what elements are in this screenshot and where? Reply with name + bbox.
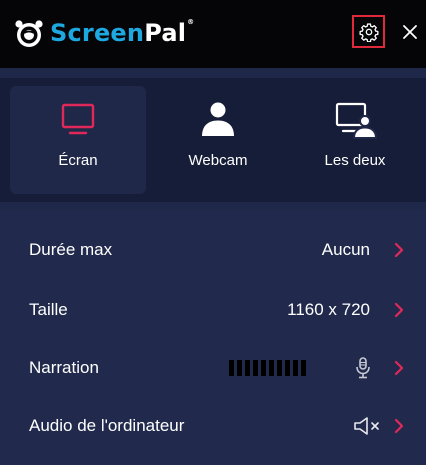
speaker-muted-icon[interactable] bbox=[352, 415, 386, 437]
mode-both-label: Les deux bbox=[324, 152, 386, 169]
mode-webcam-tab[interactable]: Webcam bbox=[150, 86, 286, 194]
recording-settings-list: Durée max Aucun Taille 1160 x 720 Narrat… bbox=[0, 210, 426, 465]
mode-screen-tab[interactable]: Écran bbox=[10, 86, 146, 194]
close-button[interactable] bbox=[398, 17, 422, 47]
level-bar bbox=[285, 360, 290, 376]
mode-both-tab[interactable]: Les deux bbox=[290, 86, 420, 194]
monitor-person-icon bbox=[335, 102, 378, 139]
level-bar bbox=[253, 360, 258, 376]
narration-level-meter bbox=[229, 360, 306, 376]
level-bar bbox=[261, 360, 266, 376]
gear-icon bbox=[359, 22, 378, 42]
level-bar bbox=[277, 360, 282, 376]
size-row[interactable]: Taille 1160 x 720 bbox=[0, 281, 426, 339]
logo-trademark: ® bbox=[187, 18, 195, 26]
chevron-right-icon bbox=[394, 242, 404, 258]
monitor-icon bbox=[61, 103, 95, 135]
size-label: Taille bbox=[29, 300, 68, 319]
settings-button[interactable] bbox=[352, 15, 385, 48]
max-duration-label: Durée max bbox=[29, 240, 113, 259]
level-bar bbox=[301, 360, 306, 376]
level-bar bbox=[237, 360, 242, 376]
chevron-right-icon bbox=[394, 360, 404, 376]
close-icon bbox=[403, 25, 417, 39]
chevron-right-icon bbox=[394, 302, 404, 318]
size-value: 1160 x 720 bbox=[287, 300, 370, 319]
header-bar: ScreenPal® bbox=[0, 0, 426, 68]
level-bar bbox=[245, 360, 250, 376]
level-bar bbox=[269, 360, 274, 376]
computer-audio-row[interactable]: Audio de l'ordinateur bbox=[0, 397, 426, 455]
max-duration-row[interactable]: Durée max Aucun bbox=[0, 221, 426, 279]
mode-webcam-label: Webcam bbox=[188, 152, 248, 169]
level-bar bbox=[229, 360, 234, 376]
computer-audio-label: Audio de l'ordinateur bbox=[29, 416, 185, 435]
screenpal-recorder-panel: ScreenPal® Écran Webcam Les deux Durée m… bbox=[0, 0, 426, 465]
mode-screen-label: Écran bbox=[58, 152, 98, 169]
max-duration-value: Aucun bbox=[321, 240, 370, 259]
screenpal-logo-icon bbox=[15, 20, 43, 47]
level-bar bbox=[293, 360, 298, 376]
logo-text-pal: Pal bbox=[144, 19, 187, 47]
chevron-right-icon bbox=[394, 418, 404, 434]
microphone-icon[interactable] bbox=[354, 356, 372, 380]
narration-label: Narration bbox=[29, 358, 99, 377]
person-icon bbox=[202, 102, 234, 136]
narration-row[interactable]: Narration bbox=[0, 339, 426, 397]
screenpal-logo: ScreenPal® bbox=[14, 16, 194, 50]
logo-wordmark: ScreenPal® bbox=[50, 18, 195, 47]
logo-text-screen: Screen bbox=[50, 19, 145, 47]
